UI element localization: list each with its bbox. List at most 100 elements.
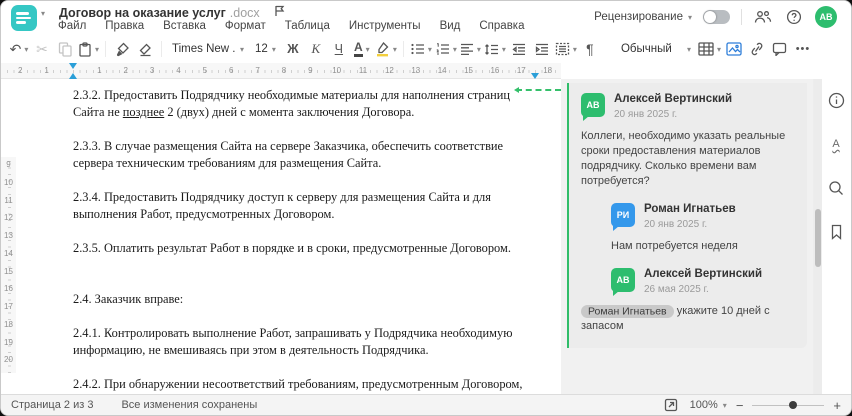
ruler-number: 3	[149, 66, 155, 75]
document-body[interactable]: 2.3.2. Предоставить Подрядчику необходим…	[16, 79, 561, 394]
vertical-ruler: 9 10 11 12 13 14 15 16 17 18 19 20	[1, 157, 16, 373]
scrollbar[interactable]	[814, 79, 822, 394]
menu-item[interactable]: Инструменты	[349, 20, 421, 32]
insert-image-button[interactable]	[724, 38, 744, 60]
user-mention[interactable]: Роман Игнатьев	[581, 304, 674, 318]
ruler-number: 14	[437, 66, 447, 75]
avatar: РИ	[611, 203, 635, 231]
paragraph[interactable]: 2.4. Заказчик вправе:	[73, 291, 541, 308]
comment-author: Алексей Вертинский	[614, 93, 733, 105]
ruler-number: 17	[4, 302, 13, 311]
more-tools-button[interactable]: •••	[793, 38, 813, 60]
ruler-number: 10	[332, 66, 342, 75]
copy-button[interactable]	[55, 38, 75, 60]
spellcheck-icon[interactable]: А	[825, 135, 847, 153]
right-indent-marker[interactable]	[531, 73, 539, 79]
cut-button[interactable]: ✂	[32, 38, 52, 60]
insert-table-button[interactable]: ▾	[698, 38, 721, 60]
chevron-down-icon: ▾	[95, 44, 100, 54]
numbered-list-button[interactable]: ▾	[435, 38, 457, 60]
user-avatar[interactable]: АВ	[815, 6, 837, 28]
paragraph[interactable]: 2.4.1. Контролировать выполнение Работ, …	[73, 325, 541, 359]
help-icon[interactable]	[784, 7, 804, 27]
title-bar: ▾ Договор на оказание услуг .docx Файл Пра…	[1, 1, 851, 35]
bold-button[interactable]: Ж	[283, 38, 303, 60]
comment-date: 20 янв 2025 г.	[644, 219, 708, 230]
undo-button[interactable]: ↶ ▾	[9, 38, 29, 60]
bullet-list-button[interactable]: ▾	[410, 38, 432, 60]
menu-item[interactable]: Справка	[479, 20, 524, 32]
favorite-flag-icon[interactable]	[274, 5, 285, 20]
comment-text: Роман Игнатьев укажите 10 дней с запасом	[581, 304, 770, 332]
horizontal-ruler: 2 1 1 2 3 4 5 6 7 8 9 10 11 12 13 14 15 16 17 18	[1, 63, 561, 79]
chevron-down-icon: ▾	[716, 44, 721, 54]
first-line-indent-marker[interactable]	[69, 63, 77, 69]
chevron-down-icon: ▾	[392, 44, 397, 54]
page-indicator[interactable]: Страница 2 из 3	[11, 399, 93, 411]
paragraph[interactable]: 2.3.3. В случае размещения Сайта на серв…	[73, 138, 541, 172]
insert-link-button[interactable]	[747, 38, 767, 60]
font-name-combo[interactable]: Times New ... ▾	[168, 38, 248, 60]
share-users-icon[interactable]	[753, 7, 773, 27]
chevron-down-icon: ▾	[572, 44, 577, 54]
paragraph[interactable]: 2.3.2. Предоставить Подрядчику необходим…	[73, 87, 541, 121]
paste-button[interactable]: ▾	[78, 38, 99, 60]
format-painter-button[interactable]	[112, 38, 132, 60]
ruler-number: 2	[17, 66, 23, 75]
fit-page-icon[interactable]	[661, 395, 681, 415]
chevron-down-icon: ▾	[240, 44, 245, 54]
ruler-number: 5	[202, 66, 208, 75]
decrease-indent-button[interactable]	[509, 38, 529, 60]
menu-item[interactable]: Правка	[105, 20, 144, 32]
comment-reply[interactable]: АВ Алексей Вертинский 26 мая 2025 г. Ром…	[581, 268, 797, 334]
comment-item[interactable]: АВ Алексей Вертинский 20 янв 2025 г. Кол…	[581, 93, 797, 189]
ruler-number: 7	[255, 66, 260, 75]
menu-item[interactable]: Таблица	[285, 20, 330, 32]
paragraph[interactable]: 2.3.4. Предоставить Подрядчику доступ к …	[73, 189, 541, 223]
chevron-down-icon[interactable]: ▾	[41, 9, 45, 18]
chevron-down-icon: ▾	[24, 44, 29, 54]
zoom-in-button[interactable]: +	[833, 399, 841, 412]
zoom-out-button[interactable]: −	[736, 399, 744, 412]
menu-item[interactable]: Вид	[440, 20, 461, 32]
align-button[interactable]: ▾	[460, 38, 481, 60]
italic-button[interactable]: К	[306, 38, 326, 60]
left-indent-marker[interactable]	[69, 73, 77, 79]
status-bar: Страница 2 из 3 Все изменения сохранены …	[1, 394, 851, 415]
save-status: Все изменения сохранены	[121, 399, 258, 411]
info-icon[interactable]	[825, 91, 847, 109]
insert-comment-button[interactable]	[770, 38, 790, 60]
font-size-combo[interactable]: 12 ▾	[251, 38, 280, 60]
zoom-slider[interactable]	[752, 400, 825, 410]
paragraph-style-combo[interactable]: Обычный ▾	[617, 38, 695, 60]
bookmark-icon[interactable]	[825, 223, 847, 241]
text-run: 2.3.4. Предоставить Подрядчику доступ к …	[73, 190, 491, 221]
increase-indent-button[interactable]	[532, 38, 552, 60]
paragraph-settings-button[interactable]: ▾	[555, 38, 577, 60]
document-page[interactable]: 2.3.2. Предоставить Подрядчику необходим…	[16, 79, 561, 394]
comment-reply[interactable]: РИ Роман Игнатьев 20 янв 2025 г. Нам пот…	[611, 203, 797, 254]
menu-item[interactable]: Файл	[58, 20, 86, 32]
scrollbar-thumb[interactable]	[815, 209, 821, 267]
app-logo[interactable]	[11, 5, 37, 31]
divider	[402, 41, 404, 57]
highlight-color-button[interactable]: ▾	[375, 38, 397, 60]
search-icon[interactable]	[825, 179, 847, 197]
zoom-level-dropdown[interactable]: 100% ▾	[690, 399, 727, 411]
paragraph[interactable]: 2.4.2. При обнаружении несоответствий тр…	[73, 376, 541, 394]
paragraph[interactable]: 2.3.5. Оплатить результат Работ в порядк…	[73, 240, 541, 257]
chevron-down-icon: ▾	[365, 44, 370, 54]
ruler-number: 15	[464, 66, 474, 75]
comment-thread[interactable]: АВ Алексей Вертинский 20 янв 2025 г. Кол…	[567, 83, 807, 348]
zoom-slider-thumb[interactable]	[789, 401, 798, 409]
review-toggle[interactable]	[703, 10, 730, 24]
comment-text: Коллеги, необходимо указать реальные сро…	[581, 130, 786, 187]
clear-style-button[interactable]	[135, 38, 155, 60]
show-paragraph-marks-button[interactable]: ¶	[580, 38, 600, 60]
underline-button[interactable]: Ч	[329, 38, 349, 60]
menu-item[interactable]: Формат	[225, 20, 266, 32]
line-spacing-button[interactable]: ▾	[484, 38, 506, 60]
menu-item[interactable]: Вставка	[163, 20, 206, 32]
font-color-button[interactable]: А ▾	[352, 38, 372, 60]
review-mode-dropdown[interactable]: Рецензирование ▾	[594, 11, 692, 23]
